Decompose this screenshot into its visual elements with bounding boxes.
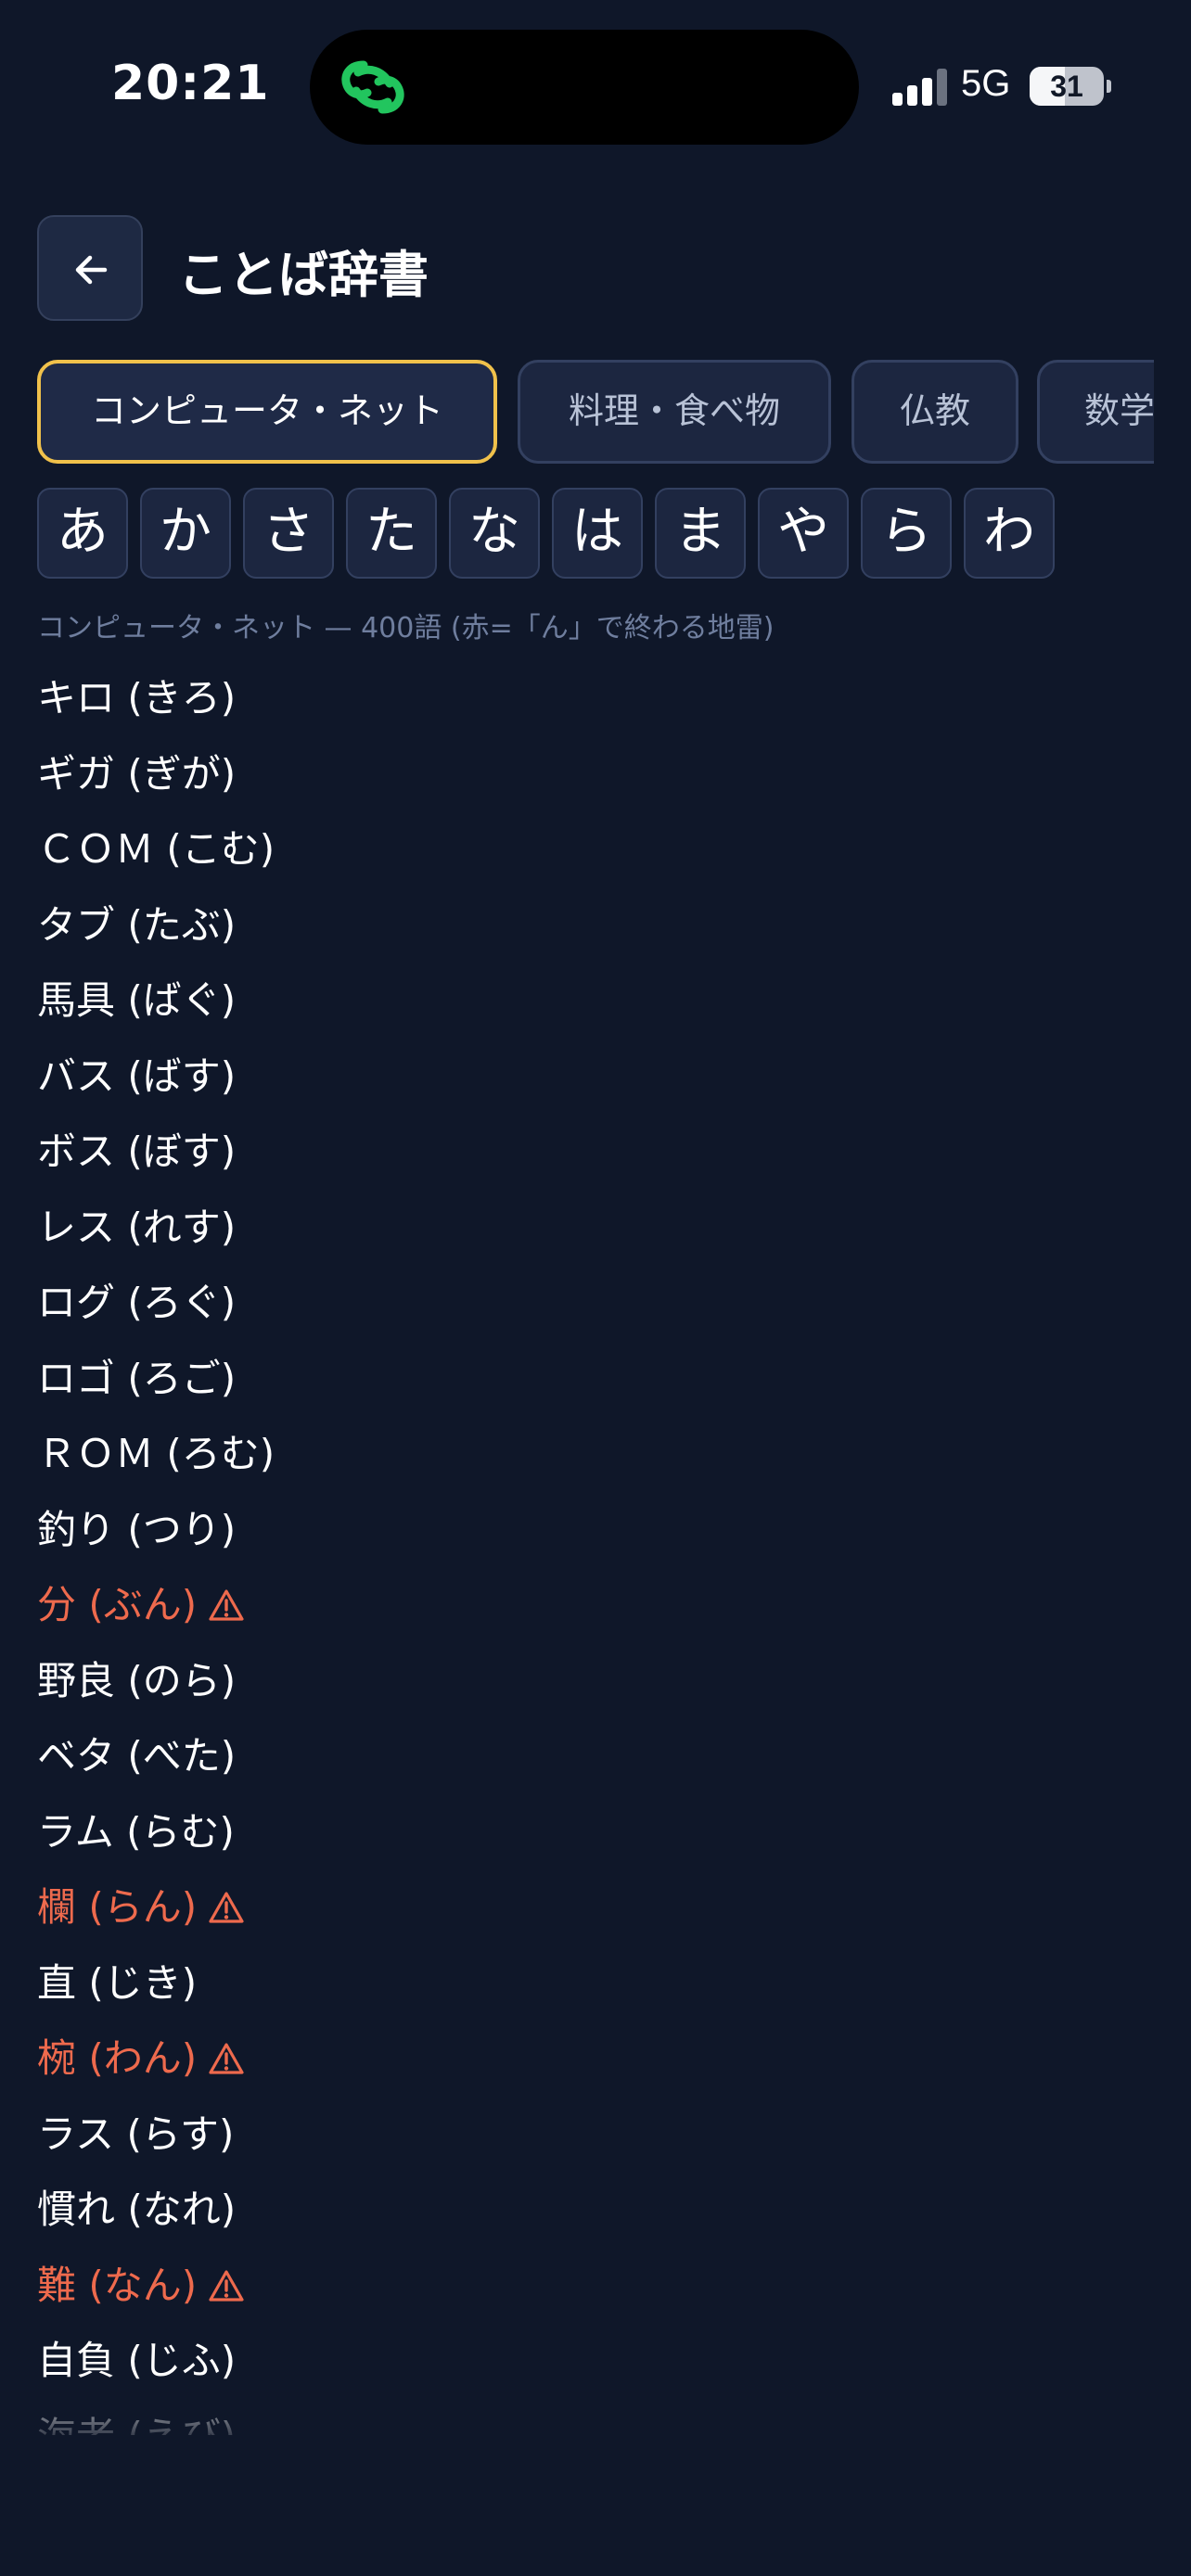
word-list-item[interactable]: ベタ (べた) [37,1718,236,1794]
status-bar: 20:21 5G 31 [0,0,1191,176]
word-list-item[interactable]: ラス (らす) [37,2097,234,2173]
list-fade [0,2374,1191,2448]
word-list-item[interactable]: 馬具 (ばぐ) [37,963,236,1039]
word-list-item[interactable]: 野良 (のら) [37,1643,236,1719]
tab-buddhism[interactable]: 仏教 [852,360,1018,464]
word-text: 野良 (のら) [37,1657,237,1703]
warning-icon [208,1873,245,1949]
word-text: ログ (ろぐ) [37,1280,237,1325]
status-time: 20:21 [111,56,270,111]
word-list[interactable]: キロ (きろ) ギガ (ぎが) ＣＯＭ (こむ) タブ (たぶ) 馬具 (ばぐ) バス (… [37,660,1154,2435]
kana-na-button[interactable]: な [449,488,540,579]
word-text: キロ (きろ) [37,675,237,721]
word-text: ＣＯＭ (こむ) [37,826,275,872]
word-list-item[interactable]: キロ (きろ) [37,660,236,736]
warning-icon [208,2024,245,2100]
word-text: 椀 (わん) [37,2035,198,2081]
kana-a-button[interactable]: あ [37,488,128,579]
word-list-item[interactable]: 直 (じき) [37,1945,197,2021]
word-list-item[interactable]: バス (ばす) [37,1039,236,1115]
word-text: 釣り (つり) [37,1506,237,1552]
word-list-item[interactable]: ＣＯＭ (こむ) [37,811,275,887]
word-list-item[interactable]: ギガ (ぎが) [37,736,236,812]
kana-ha-button[interactable]: は [552,488,643,579]
word-list-item[interactable]: ボス (ぼす) [37,1114,236,1190]
tab-cooking-food[interactable]: 料理・食べ物 [518,360,831,464]
arrow-left-icon [75,255,108,285]
network-type: 5G [961,63,1011,104]
warning-icon [208,2251,245,2327]
word-list-item[interactable]: タブ (たぶ) [37,887,236,963]
kana-wa-button[interactable]: わ [964,488,1055,579]
word-text: 難 (なん) [37,2262,198,2308]
warning-icon [208,1571,245,1647]
word-list-item[interactable]: 難 (なん) [37,2248,245,2324]
word-list-item[interactable]: 慣れ (なれ) [37,2172,236,2248]
app-screen: 20:21 5G 31 ことば辞書 コンピュータ・ネット 料理・食べ物 仏教 数… [0,0,1191,2576]
category-tabs[interactable]: コンピュータ・ネット 料理・食べ物 仏教 数学 [37,360,1154,464]
kana-ya-button[interactable]: や [758,488,849,579]
kana-ma-button[interactable]: ま [655,488,746,579]
kana-ra-button[interactable]: ら [861,488,952,579]
word-text: レス (れす) [37,1204,237,1250]
word-list-item[interactable]: ラム (らむ) [37,1794,235,1870]
chain-link-icon [341,60,404,114]
word-list-item[interactable]: ロゴ (ろご) [37,1341,236,1417]
word-text: 慣れ (なれ) [37,2187,237,2232]
kana-ka-button[interactable]: か [140,488,231,579]
battery-tip [1107,80,1111,93]
kana-sa-button[interactable]: さ [243,488,334,579]
word-list-item[interactable]: 釣り (つり) [37,1492,236,1568]
tab-math[interactable]: 数学 [1037,360,1154,464]
word-text: 直 (じき) [37,1959,198,2006]
battery-icon: 31 [1030,67,1104,106]
category-summary: コンピュータ・ネット — 400語 (赤=「ん」で終わる地雷) [37,612,775,644]
word-list-item[interactable]: 分 (ぶん) [37,1567,245,1643]
word-text: ボス (ぼす) [37,1129,237,1174]
word-text: ラス (らす) [37,2111,235,2157]
word-list-item[interactable]: レス (れす) [37,1190,236,1266]
word-list-item[interactable]: 欄 (らん) [37,1869,245,1945]
word-text: ベタ (べた) [37,1733,237,1779]
word-list-item[interactable]: ログ (ろぐ) [37,1265,236,1341]
signal-strength-icon [892,69,950,106]
word-list-item[interactable]: 椀 (わん) [37,2021,245,2097]
word-text: 分 (ぶん) [37,1582,198,1627]
word-text: ラム (らむ) [37,1808,235,1855]
word-text: 馬具 (ばぐ) [37,977,237,1023]
word-text: ロゴ (ろご) [37,1355,237,1401]
word-list-item[interactable]: ＲＯＭ (ろむ) [37,1416,275,1492]
word-text: ＲＯＭ (ろむ) [37,1431,275,1476]
back-button[interactable] [37,215,143,321]
word-text: タブ (たぶ) [37,901,237,948]
tab-computer-net[interactable]: コンピュータ・ネット [37,360,497,464]
word-text: ギガ (ぎが) [37,750,237,797]
word-text: バス (ばす) [37,1052,237,1099]
kana-ta-button[interactable]: た [346,488,437,579]
word-text: 欄 (らん) [37,1884,198,1930]
dynamic-island [310,30,859,145]
page-title: ことば辞書 [178,246,429,304]
battery-level: 31 [1050,70,1083,103]
